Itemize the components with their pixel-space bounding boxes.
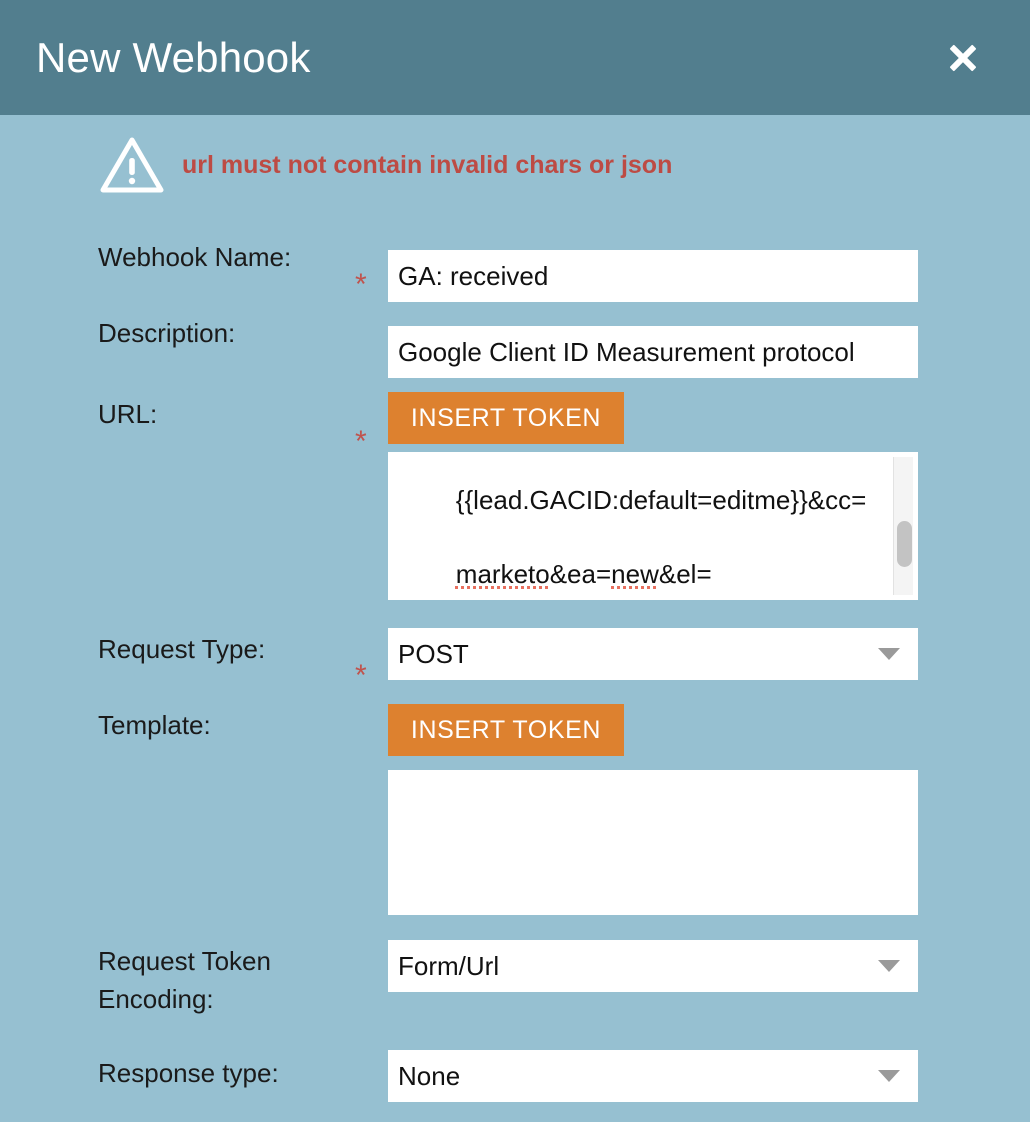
new-webhook-dialog: New Webhook url must not contain invalid…: [0, 0, 1030, 1122]
url-label: URL:: [98, 399, 158, 429]
url-textarea-scroll-thumb[interactable]: [897, 521, 912, 567]
field-row-url: URL: * INSERT TOKEN: [0, 382, 1030, 457]
request-type-select[interactable]: POST: [388, 628, 918, 680]
field-row-request-type: Request Type: * POST: [0, 618, 1030, 691]
url-insert-token-button[interactable]: INSERT TOKEN: [388, 392, 624, 444]
description-input[interactable]: Google Client ID Measurement protocol: [388, 326, 918, 378]
request-token-encoding-label-line2: Encoding:: [98, 984, 214, 1014]
webhook-name-input[interactable]: GA: received: [388, 250, 918, 302]
field-row-response-type: Response type: None: [0, 1042, 1030, 1102]
template-insert-token-button[interactable]: INSERT TOKEN: [388, 704, 624, 756]
response-type-select[interactable]: None: [388, 1050, 918, 1102]
request-token-encoding-label-line1: Request Token: [98, 946, 271, 976]
response-type-value: None: [398, 1060, 461, 1091]
request-type-value: POST: [398, 638, 469, 669]
field-row-webhook-name: Webhook Name: * GA: received: [0, 230, 1030, 302]
description-value: Google Client ID Measurement protocol: [398, 336, 855, 367]
template-textarea[interactable]: [388, 770, 918, 915]
description-label: Description:: [98, 318, 236, 348]
dialog-title: New Webhook: [36, 33, 311, 81]
request-token-encoding-select[interactable]: Form/Url: [388, 940, 918, 992]
field-row-description: Description: Google Client ID Measuremen…: [0, 306, 1030, 378]
url-textarea-scrollbar[interactable]: [893, 457, 913, 595]
response-type-label: Response type:: [98, 1058, 279, 1088]
validation-error-message: url must not contain invalid chars or js…: [182, 150, 673, 179]
webhook-name-required-star: *: [355, 268, 367, 301]
chevron-down-icon: [878, 648, 900, 660]
request-token-encoding-value: Form/Url: [398, 950, 500, 981]
url-textarea-content: {{lead.GACID:default=editme}}&cc= market…: [398, 452, 876, 600]
url-line-2-b: &ea=: [549, 559, 612, 589]
dialog-header: New Webhook: [0, 0, 1030, 115]
request-type-required-star: *: [355, 659, 367, 692]
field-row-request-token-encoding: Request Token Encoding: Form/Url: [0, 932, 1030, 1022]
webhook-name-label: Webhook Name:: [98, 242, 292, 272]
url-line-2-d: &el=: [658, 559, 712, 589]
url-line-1: {{lead.GACID:default=editme}}&cc=: [455, 485, 867, 515]
webhook-name-value: GA: received: [398, 260, 549, 291]
url-line-2-c: new: [611, 559, 659, 589]
warning-triangle-icon: [100, 137, 164, 193]
field-row-template: Template: INSERT TOKEN: [0, 694, 1030, 756]
url-textarea[interactable]: {{lead.GACID:default=editme}}&cc= market…: [388, 452, 918, 600]
url-line-2-a: marketo: [455, 559, 550, 589]
url-required-star: *: [355, 425, 367, 458]
validation-error-banner: url must not contain invalid chars or js…: [0, 130, 1030, 200]
request-type-label: Request Type:: [98, 634, 266, 664]
template-label: Template:: [98, 710, 211, 740]
close-icon[interactable]: [940, 35, 986, 81]
chevron-down-icon: [878, 960, 900, 972]
chevron-down-icon: [878, 1070, 900, 1082]
